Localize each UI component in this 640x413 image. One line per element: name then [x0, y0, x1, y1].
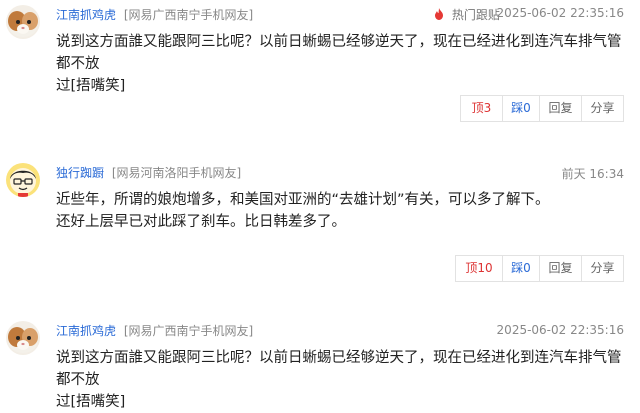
comment-meta: 独行踟蹰 [网易河南洛阳手机网友]: [56, 164, 241, 181]
comment-meta: 江南抓鸡虎 [网易广西南宁手机网友]: [56, 322, 253, 339]
upvote-button[interactable]: 顶3: [460, 95, 503, 122]
comment-time: 2025-06-02 22:35:16: [496, 6, 624, 20]
share-button[interactable]: 分享: [581, 255, 624, 282]
hot-label: 热门跟贴: [451, 8, 500, 22]
comment-text: 说到这方面誰又能跟阿三比呢？以前日蜥蜴已经够逆天了，现在已经进化到连汽车排气管都…: [56, 31, 626, 97]
flame-icon: [434, 8, 448, 22]
comment-meta: 江南抓鸡虎 [网易广西南宁手机网友]: [56, 6, 253, 23]
comment-text: 说到这方面誰又能跟阿三比呢？以前日蜥蜴已经够逆天了，现在已经进化到连汽车排气管都…: [56, 347, 626, 413]
upvote-button[interactable]: 顶10: [455, 255, 503, 282]
comment-line: 还好上层早已对此踩了刹车。比日韩差多了。: [56, 214, 346, 230]
user-source: [网易河南洛阳手机网友]: [111, 166, 242, 180]
downvote-button[interactable]: 踩0: [502, 255, 540, 282]
comment-time: 前天 16:34: [561, 167, 624, 181]
username[interactable]: 独行踟蹰: [56, 166, 104, 180]
user-source: [网易广西南宁手机网友]: [123, 8, 254, 22]
downvote-button[interactable]: 踩0: [502, 95, 540, 122]
avatar[interactable]: [6, 163, 40, 197]
comment-line: 过[捂嘴笑]: [56, 78, 126, 94]
comment-line: 过[捂嘴笑]: [56, 394, 126, 410]
avatar[interactable]: [6, 5, 40, 39]
user-source: [网易广西南宁手机网友]: [123, 324, 254, 338]
comment-line: 说到这方面誰又能跟阿三比呢？以前日蜥蜴已经够逆天了，现在已经进化到连汽车排气管都…: [56, 34, 622, 72]
comment-line: 近些年，所谓的娘炮增多，和美国对亚洲的“去雄计划”有关，可以多了解下。: [56, 192, 550, 208]
avatar[interactable]: [6, 321, 40, 355]
comment-time: 2025-06-02 22:35:16: [496, 323, 624, 337]
reply-button[interactable]: 回复: [539, 95, 582, 122]
comment-line: 说到这方面誰又能跟阿三比呢？以前日蜥蜴已经够逆天了，现在已经进化到连汽车排气管都…: [56, 350, 622, 388]
comment-text: 近些年，所谓的娘炮增多，和美国对亚洲的“去雄计划”有关，可以多了解下。 还好上层…: [56, 189, 626, 233]
hot-badge: 热门跟贴: [434, 6, 500, 23]
comment-actions: 顶3 踩0 回复 分享: [460, 95, 624, 122]
comment-actions: 顶10 踩0 回复 分享: [455, 255, 624, 282]
reply-button[interactable]: 回复: [539, 255, 582, 282]
share-button[interactable]: 分享: [581, 95, 624, 122]
username[interactable]: 江南抓鸡虎: [56, 8, 116, 22]
username[interactable]: 江南抓鸡虎: [56, 324, 116, 338]
